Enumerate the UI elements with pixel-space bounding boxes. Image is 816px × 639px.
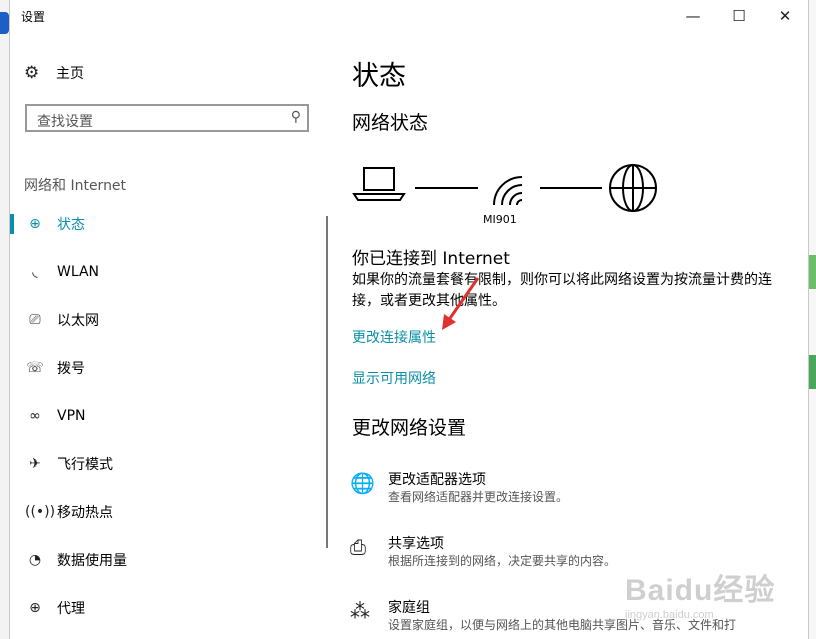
vpn-icon: ∞	[29, 408, 41, 424]
maximize-button[interactable]: ☐	[716, 0, 762, 32]
option-title: 更改适配器选项	[388, 472, 486, 488]
dialup-icon: ☏	[26, 360, 44, 376]
sidebar-item-airplane-mode[interactable]: ✈ 飞行模式	[10, 440, 320, 488]
sidebar-item-label: 移动热点	[57, 505, 113, 521]
watermark-url: jingyan.baidu.com	[625, 609, 714, 621]
sidebar-item-label: 数据使用量	[57, 553, 127, 569]
sidebar-item-mobile-hotspot[interactable]: ((•)) 移动热点	[10, 488, 320, 536]
watermark-text: Baidu经验	[625, 574, 776, 607]
close-button[interactable]: ✕	[762, 0, 808, 32]
sidebar-item-label: 拨号	[57, 361, 85, 377]
search-placeholder: 查找设置	[37, 114, 93, 130]
wifi-icon: ◟	[32, 264, 38, 280]
sidebar-item-wlan[interactable]: ◟ WLAN	[10, 248, 320, 296]
page-title: 状态	[352, 61, 406, 92]
sidebar-nav: ⊕ 状态 ◟ WLAN ⎚ 以太网 ☏ 拨号 ∞ VPN ✈ 飞行模式 ((•)…	[10, 200, 320, 632]
change-network-settings-title: 更改网络设置	[352, 417, 467, 439]
option-description: 根据所连接到的网络，决定要共享的内容。	[388, 554, 617, 568]
network-diagram: MI901	[352, 160, 672, 230]
sidebar-item-ethernet[interactable]: ⎚ 以太网	[10, 296, 320, 344]
network-name: MI901	[483, 213, 517, 226]
data-usage-icon: ◔	[28, 552, 42, 568]
change-connection-properties-link[interactable]: 更改连接属性	[352, 327, 436, 347]
wifi-signal-icon	[493, 176, 523, 206]
annotation-arrow	[442, 277, 480, 330]
background-app-logo	[0, 12, 9, 34]
option-title: 共享选项	[388, 536, 444, 552]
gear-icon: ⚙	[24, 63, 40, 83]
network-status-title: 网络状态	[352, 112, 429, 134]
search-input[interactable]: 查找设置 ⚲	[25, 104, 309, 132]
ethernet-icon: ⎚	[29, 312, 41, 328]
sidebar-section-title: 网络和 Internet	[24, 178, 127, 194]
connection-description: 如果你的流量套餐有限制，则你可以将此网络设置为按流量计费的连接，或者更改其他属性…	[352, 272, 772, 309]
adapter-icon: 🌐	[350, 471, 375, 495]
sidebar-item-label: 飞行模式	[57, 457, 113, 473]
sidebar-item-label: 状态	[57, 217, 85, 233]
proxy-icon: ⊕	[29, 600, 41, 616]
sidebar-item-status[interactable]: ⊕ 状态	[10, 200, 320, 248]
sidebar-item-dialup[interactable]: ☏ 拨号	[10, 344, 320, 392]
active-indicator	[10, 214, 14, 234]
minimize-button[interactable]: —	[670, 0, 716, 32]
globe-icon: ⊕	[29, 216, 41, 232]
option-description: 查看网络适配器并更改连接设置。	[388, 490, 569, 504]
sidebar-home-label: 主页	[56, 66, 84, 82]
sidebar-item-label: VPN	[57, 408, 86, 424]
sidebar-item-proxy[interactable]: ⊕ 代理	[10, 584, 320, 632]
sharing-icon: ⎙	[350, 535, 366, 559]
sidebar-home[interactable]: ⚙ 主页	[24, 60, 84, 86]
sidebar-item-vpn[interactable]: ∞ VPN	[10, 392, 320, 440]
sidebar-scrollbar[interactable]	[326, 216, 328, 548]
search-icon[interactable]: ⚲	[291, 109, 301, 125]
title-bar[interactable]: 设置 — ☐ ✕	[10, 0, 808, 32]
option-title: 家庭组	[388, 600, 430, 616]
internet-globe-icon	[609, 164, 657, 212]
show-available-networks-link[interactable]: 显示可用网络	[352, 368, 436, 388]
sidebar-item-label: 以太网	[57, 313, 99, 329]
laptop-icon	[352, 167, 406, 201]
sidebar-item-label: 代理	[57, 601, 85, 617]
option-adapter[interactable]: 🌐 更改适配器选项 查看网络适配器并更改连接设置。	[350, 469, 790, 519]
window-title: 设置	[21, 10, 46, 24]
homegroup-icon: ⁂	[350, 599, 370, 623]
sidebar-item-label: WLAN	[57, 264, 100, 280]
airplane-icon: ✈	[29, 456, 41, 472]
sidebar-item-data-usage[interactable]: ◔ 数据使用量	[10, 536, 320, 584]
baidu-watermark: Baidu经验 jingyan.baidu.com	[625, 565, 775, 621]
connection-status-text: 你已连接到 Internet	[352, 249, 510, 269]
settings-window: 设置 — ☐ ✕ ⚙ 主页 查找设置 ⚲ 网络和 Internet ⊕ 状态 ◟…	[9, 0, 809, 639]
hotspot-icon: ((•))	[25, 504, 56, 520]
